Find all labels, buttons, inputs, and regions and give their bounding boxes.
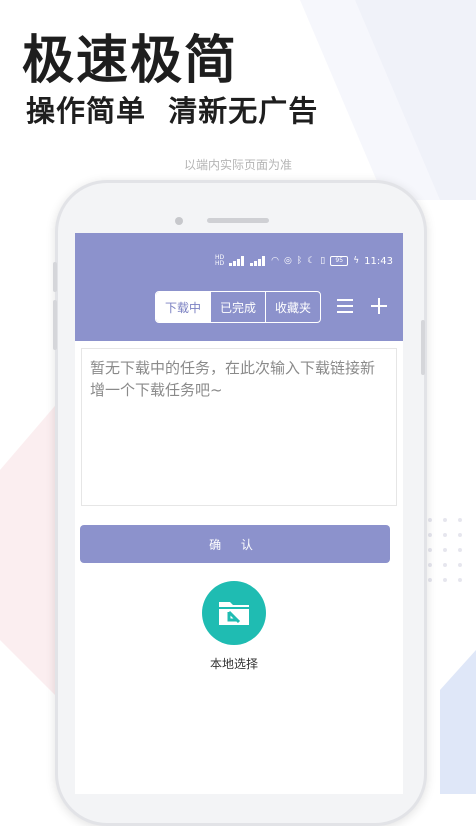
menu-icon[interactable] — [337, 299, 353, 313]
hd-icon: HD HD — [214, 254, 225, 267]
app-screen: HDHD ◠ ◎ ᛒ ☾ ▯ 95 ϟ 11:43 下载中 已完成 收藏夹 确 … — [75, 233, 403, 794]
download-link-input[interactable] — [81, 348, 397, 506]
promo-headline: 极速极简 — [22, 31, 239, 91]
moon-icon: ☾ — [307, 256, 316, 266]
status-bar: HD HD ◠ ◎ ᛒ ☾ ▯ 95 ϟ 11:43 — [215, 255, 393, 267]
phone-side-button — [421, 320, 425, 375]
confirm-button[interactable]: 确 认 — [80, 525, 390, 563]
app-header: HD HD ◠ ◎ ᛒ ☾ ▯ 95 ϟ 11:43 下载中 已完成 收藏夹 — [75, 233, 403, 341]
bluetooth-icon: ᛒ — [296, 256, 303, 266]
phone-side-button — [53, 300, 57, 350]
promo-subline: 操作简单 清新无广告 — [26, 94, 319, 128]
battery-icon: 95 — [330, 256, 349, 266]
vibrate-icon: ▯ — [320, 256, 326, 266]
phone-side-button — [53, 262, 57, 292]
tab-favorites[interactable]: 收藏夹 — [265, 292, 320, 322]
folder-arrow-icon — [219, 602, 249, 625]
signal-icon — [250, 256, 266, 266]
charging-icon: ϟ — [353, 256, 360, 266]
wifi-icon: ◠ — [271, 256, 279, 266]
local-select-label: 本地选择 — [209, 657, 258, 671]
tab-bar: 下载中 已完成 收藏夹 — [155, 291, 321, 323]
plus-icon[interactable] — [371, 298, 387, 314]
local-select-button[interactable] — [202, 581, 266, 645]
tab-completed[interactable]: 已完成 — [210, 292, 265, 322]
signal-icon — [229, 256, 245, 266]
nfc-icon: ◎ — [283, 256, 292, 266]
tab-downloading[interactable]: 下载中 — [156, 292, 210, 322]
phone-speaker — [207, 218, 269, 223]
status-time: 11:43 — [364, 255, 393, 267]
phone-camera — [175, 217, 183, 225]
promo-note: 以端内实际页面为准 — [183, 158, 292, 172]
